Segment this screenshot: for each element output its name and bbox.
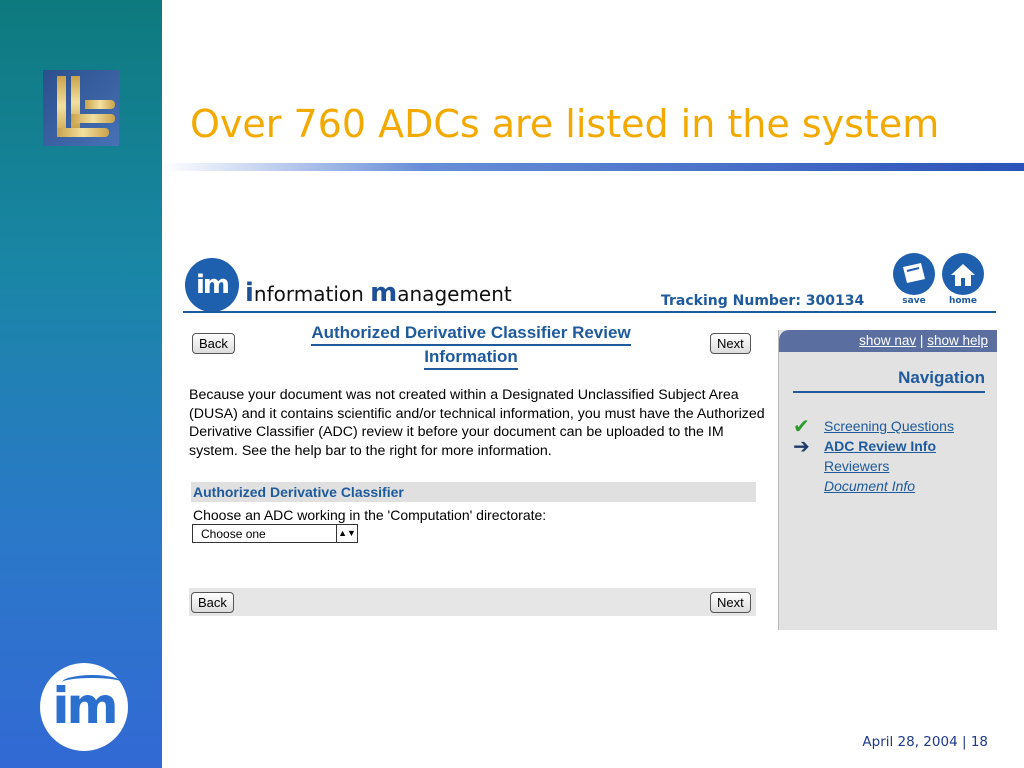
im-logo: im <box>40 663 128 751</box>
footer-date: April 28, 2004 <box>862 734 958 750</box>
next-button-top[interactable]: Next <box>710 333 751 354</box>
nav-item-screening-questions[interactable]: Screening Questions <box>824 418 954 434</box>
save-label: save <box>902 296 926 306</box>
brand-logo-icon: im <box>185 258 239 312</box>
select-arrows-icon: ▲▼ <box>336 525 357 542</box>
app-screenshot: im information management Tracking Numbe… <box>183 250 997 630</box>
adc-select-label: Choose an ADC working in the 'Computatio… <box>193 507 547 523</box>
adc-select[interactable]: Choose one ▲▼ <box>192 524 358 543</box>
arrow-right-icon: ➔ <box>793 434 810 458</box>
title-divider <box>162 163 1024 171</box>
header-divider <box>183 311 996 313</box>
nav-toolbar: show nav | show help <box>779 330 997 352</box>
save-icon[interactable] <box>893 253 935 295</box>
nav-item-reviewers[interactable]: Reviewers <box>824 458 889 474</box>
back-button-bottom[interactable]: Back <box>191 592 234 613</box>
navigation-panel: show nav | show help Navigation ✔ Screen… <box>778 330 997 630</box>
show-help-link[interactable]: show help <box>927 333 988 348</box>
slide-sidebar: im <box>0 0 162 768</box>
page-number: 18 <box>970 734 988 750</box>
form-footer-bar: Back Next <box>189 588 756 616</box>
navigation-heading: Navigation <box>793 368 985 393</box>
back-button-top[interactable]: Back <box>192 333 235 354</box>
app-header: im information management Tracking Numbe… <box>183 250 996 314</box>
section-heading: Authorized Derivative Classifier <box>191 482 756 502</box>
show-nav-link[interactable]: show nav <box>859 333 916 348</box>
slide-footer: April 28, 2004 | 18 <box>862 734 988 750</box>
form-title: Authorized Derivative Classifier Review … <box>271 322 671 370</box>
nav-item-adc-review-info[interactable]: ADC Review Info <box>824 438 936 454</box>
tracking-number: Tracking Number: 300134 <box>661 293 865 309</box>
checkmark-icon: ✔ <box>793 414 810 438</box>
next-button-bottom[interactable]: Next <box>710 592 751 613</box>
lab-logo <box>43 70 119 146</box>
slide-title: Over 760 ADCs are listed in the system <box>190 102 940 146</box>
home-label: home <box>948 296 978 306</box>
brand-name: information management <box>245 278 512 308</box>
intro-text: Because your document was not created wi… <box>189 387 765 459</box>
home-icon[interactable] <box>942 253 984 295</box>
nav-item-document-info[interactable]: Document Info <box>824 478 915 494</box>
